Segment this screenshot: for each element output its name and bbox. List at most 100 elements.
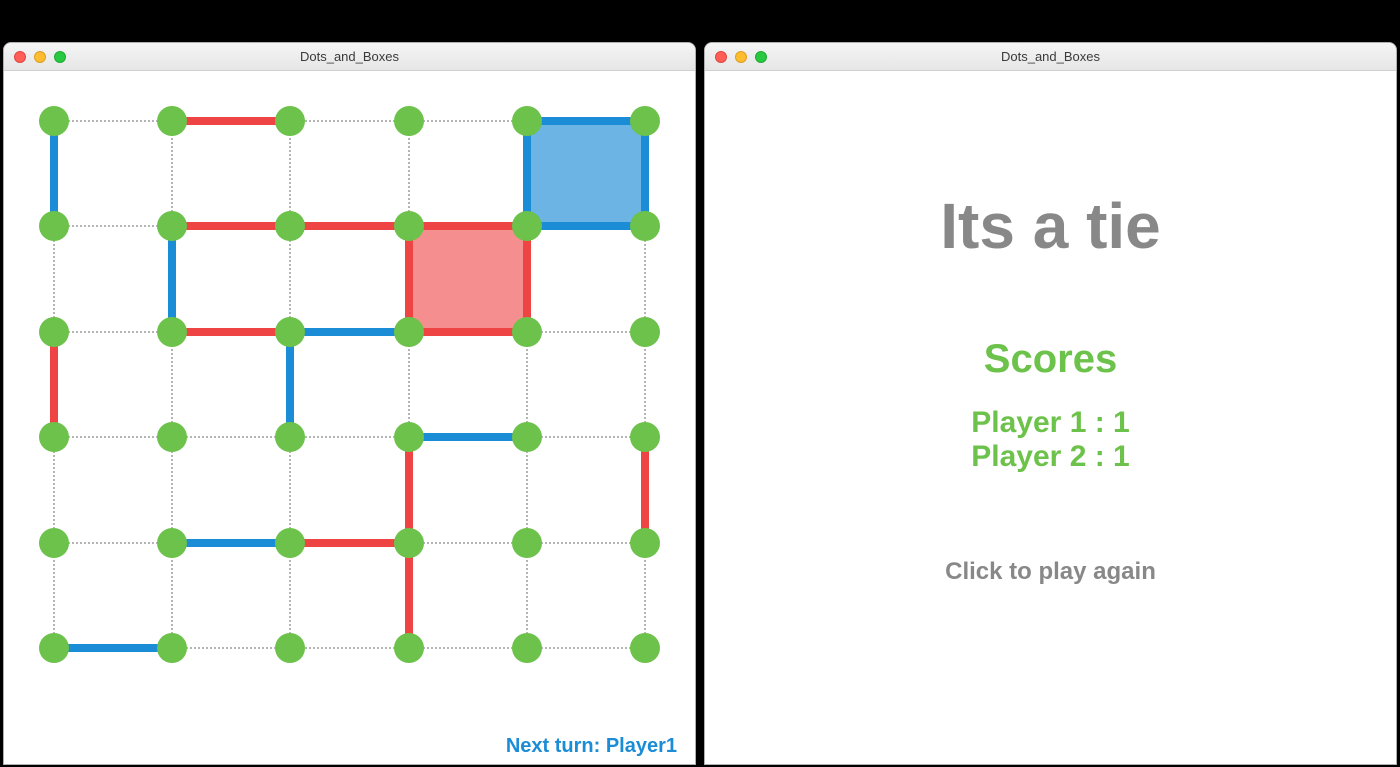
edge-horizontal-p2 xyxy=(300,222,398,230)
edge-vertical-empty[interactable] xyxy=(171,131,173,216)
edge-vertical-p1 xyxy=(523,131,531,216)
edge-vertical-empty[interactable] xyxy=(644,342,646,427)
close-icon[interactable] xyxy=(715,51,727,63)
edge-vertical-empty[interactable] xyxy=(53,553,55,638)
result-window: Dots_and_Boxes Its a tie Scores Player 1… xyxy=(704,42,1397,765)
edge-vertical-empty[interactable] xyxy=(171,447,173,532)
grid-dot xyxy=(275,422,305,452)
grid-dot xyxy=(394,106,424,136)
edge-horizontal-empty[interactable] xyxy=(300,436,398,438)
game-window: Dots_and_Boxes Next turn: Player1 xyxy=(3,42,696,765)
edge-horizontal-empty[interactable] xyxy=(182,647,280,649)
edge-horizontal-p2 xyxy=(300,539,398,547)
edge-horizontal-empty[interactable] xyxy=(64,436,162,438)
edge-horizontal-empty[interactable] xyxy=(64,542,162,544)
edge-vertical-empty[interactable] xyxy=(644,236,646,321)
grid-dot xyxy=(157,528,187,558)
edge-horizontal-empty[interactable] xyxy=(182,436,280,438)
completed-box xyxy=(413,230,523,327)
edge-vertical-empty[interactable] xyxy=(289,447,291,532)
grid-dot xyxy=(39,422,69,452)
edge-horizontal-p2 xyxy=(419,222,517,230)
edge-horizontal-empty[interactable] xyxy=(64,120,162,122)
grid-dot xyxy=(630,211,660,241)
edge-vertical-empty[interactable] xyxy=(526,342,528,427)
close-icon[interactable] xyxy=(14,51,26,63)
edge-horizontal-empty[interactable] xyxy=(537,331,635,333)
grid-dot xyxy=(275,211,305,241)
edge-horizontal-p1 xyxy=(300,328,398,336)
edge-horizontal-empty[interactable] xyxy=(537,436,635,438)
grid-dot xyxy=(157,422,187,452)
edge-horizontal-p2 xyxy=(182,117,280,125)
window-controls xyxy=(705,51,767,63)
player2-score: Player 2 : 1 xyxy=(971,440,1129,474)
grid-dot xyxy=(512,528,542,558)
grid-dot xyxy=(394,633,424,663)
titlebar[interactable]: Dots_and_Boxes xyxy=(4,43,695,71)
edge-vertical-p2 xyxy=(405,553,413,638)
edge-horizontal-p1 xyxy=(537,117,635,125)
edge-horizontal-empty[interactable] xyxy=(537,542,635,544)
edge-horizontal-p1 xyxy=(182,539,280,547)
grid-dot xyxy=(512,317,542,347)
edge-horizontal-empty[interactable] xyxy=(419,647,517,649)
play-again-button[interactable]: Click to play again xyxy=(945,558,1156,586)
grid-dot xyxy=(630,528,660,558)
edge-vertical-p1 xyxy=(641,131,649,216)
edge-vertical-empty[interactable] xyxy=(53,236,55,321)
edge-horizontal-empty[interactable] xyxy=(537,647,635,649)
window-title: Dots_and_Boxes xyxy=(705,49,1396,64)
edge-vertical-empty[interactable] xyxy=(171,553,173,638)
grid-dot xyxy=(275,317,305,347)
edge-vertical-p1 xyxy=(50,131,58,216)
grid-dot xyxy=(275,106,305,136)
edge-vertical-p1 xyxy=(286,342,294,427)
maximize-icon[interactable] xyxy=(755,51,767,63)
scores-block: Player 1 : 1 Player 2 : 1 xyxy=(971,406,1129,474)
edge-vertical-empty[interactable] xyxy=(408,131,410,216)
grid-dot xyxy=(512,633,542,663)
edge-horizontal-p2 xyxy=(182,328,280,336)
edge-vertical-empty[interactable] xyxy=(289,236,291,321)
grid-dot xyxy=(512,211,542,241)
edge-horizontal-p2 xyxy=(419,328,517,336)
edge-horizontal-empty[interactable] xyxy=(300,647,398,649)
grid-dot xyxy=(39,633,69,663)
grid-dot xyxy=(39,317,69,347)
result-content[interactable]: Its a tie Scores Player 1 : 1 Player 2 :… xyxy=(705,71,1396,764)
game-board[interactable] xyxy=(4,71,695,764)
scores-heading: Scores xyxy=(984,337,1117,382)
edge-horizontal-empty[interactable] xyxy=(64,225,162,227)
window-controls xyxy=(4,51,66,63)
edge-vertical-empty[interactable] xyxy=(408,342,410,427)
edge-horizontal-empty[interactable] xyxy=(300,120,398,122)
edge-horizontal-empty[interactable] xyxy=(64,331,162,333)
edge-vertical-p1 xyxy=(168,236,176,321)
grid-dot xyxy=(630,317,660,347)
edge-vertical-p2 xyxy=(641,447,649,532)
grid-dot xyxy=(394,528,424,558)
edge-vertical-empty[interactable] xyxy=(53,447,55,532)
grid-dot xyxy=(630,106,660,136)
edge-vertical-p2 xyxy=(50,342,58,427)
edge-horizontal-empty[interactable] xyxy=(419,120,517,122)
edge-vertical-empty[interactable] xyxy=(644,553,646,638)
edge-vertical-empty[interactable] xyxy=(289,553,291,638)
grid-dot xyxy=(275,528,305,558)
edge-vertical-empty[interactable] xyxy=(526,447,528,532)
edge-vertical-empty[interactable] xyxy=(526,553,528,638)
titlebar[interactable]: Dots_and_Boxes xyxy=(705,43,1396,71)
game-content: Next turn: Player1 xyxy=(4,71,695,764)
grid-dot xyxy=(157,106,187,136)
minimize-icon[interactable] xyxy=(735,51,747,63)
grid-dot xyxy=(275,633,305,663)
edge-horizontal-empty[interactable] xyxy=(419,542,517,544)
edge-vertical-empty[interactable] xyxy=(171,342,173,427)
grid-dot xyxy=(394,317,424,347)
minimize-icon[interactable] xyxy=(34,51,46,63)
grid-dot xyxy=(39,211,69,241)
maximize-icon[interactable] xyxy=(54,51,66,63)
edge-vertical-empty[interactable] xyxy=(289,131,291,216)
result-title: Its a tie xyxy=(940,189,1161,263)
